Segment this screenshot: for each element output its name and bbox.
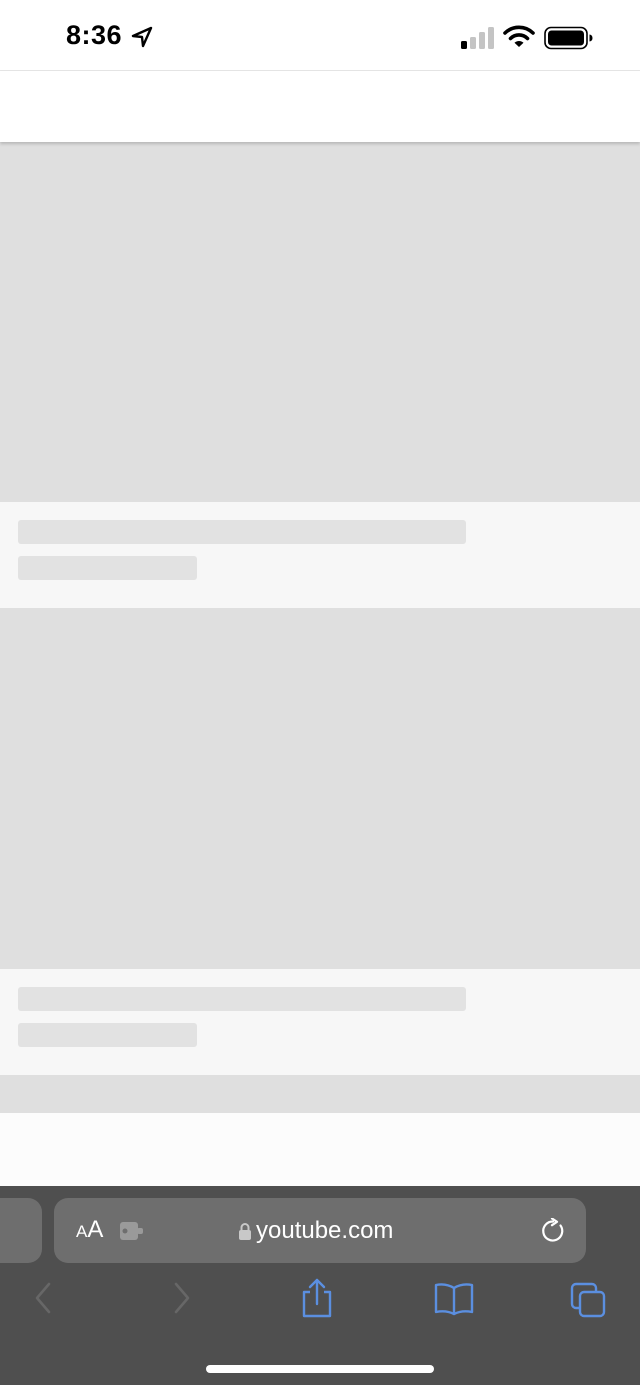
- back-icon[interactable]: [25, 1280, 61, 1316]
- title-placeholder-bar: [18, 520, 466, 544]
- share-icon[interactable]: [299, 1278, 335, 1318]
- url-display[interactable]: youtube.com: [238, 1216, 393, 1246]
- previous-tab-bar[interactable]: [0, 1198, 42, 1263]
- lock-icon: [239, 1223, 251, 1240]
- subtitle-placeholder-bar: [18, 1023, 197, 1047]
- text-size-small-a: A: [76, 1222, 88, 1241]
- text-size-large-a: A: [87, 1216, 104, 1243]
- url-text: youtube.com: [256, 1217, 394, 1244]
- video-thumbnail-placeholder[interactable]: [0, 608, 640, 969]
- video-thumbnail-placeholder[interactable]: [0, 142, 640, 502]
- cellular-signal-icon: [461, 27, 494, 49]
- title-placeholder-bar: [18, 987, 466, 1011]
- location-arrow-icon: [131, 26, 153, 48]
- status-bar: 8:36: [0, 0, 640, 71]
- tabs-icon[interactable]: [570, 1282, 608, 1318]
- wifi-icon: [503, 25, 535, 47]
- text-size-button[interactable]: AA: [76, 1218, 103, 1244]
- page-header: [0, 71, 640, 142]
- home-indicator[interactable]: [206, 1365, 434, 1373]
- subtitle-placeholder-bar: [18, 556, 197, 580]
- browser-toolbar: AA youtube.com: [0, 1186, 640, 1385]
- battery-icon: [544, 26, 593, 50]
- status-time: 8:36: [66, 20, 123, 50]
- bookmarks-icon[interactable]: [434, 1282, 474, 1316]
- video-meta-placeholder: [0, 502, 640, 608]
- extension-icon[interactable]: [120, 1222, 144, 1240]
- video-thumbnail-placeholder[interactable]: [0, 1075, 640, 1113]
- address-bar[interactable]: AA youtube.com: [54, 1198, 586, 1263]
- page-bottom-area: [0, 1113, 640, 1187]
- forward-icon[interactable]: [164, 1280, 200, 1316]
- video-meta-placeholder: [0, 969, 640, 1075]
- reload-icon[interactable]: [540, 1218, 566, 1244]
